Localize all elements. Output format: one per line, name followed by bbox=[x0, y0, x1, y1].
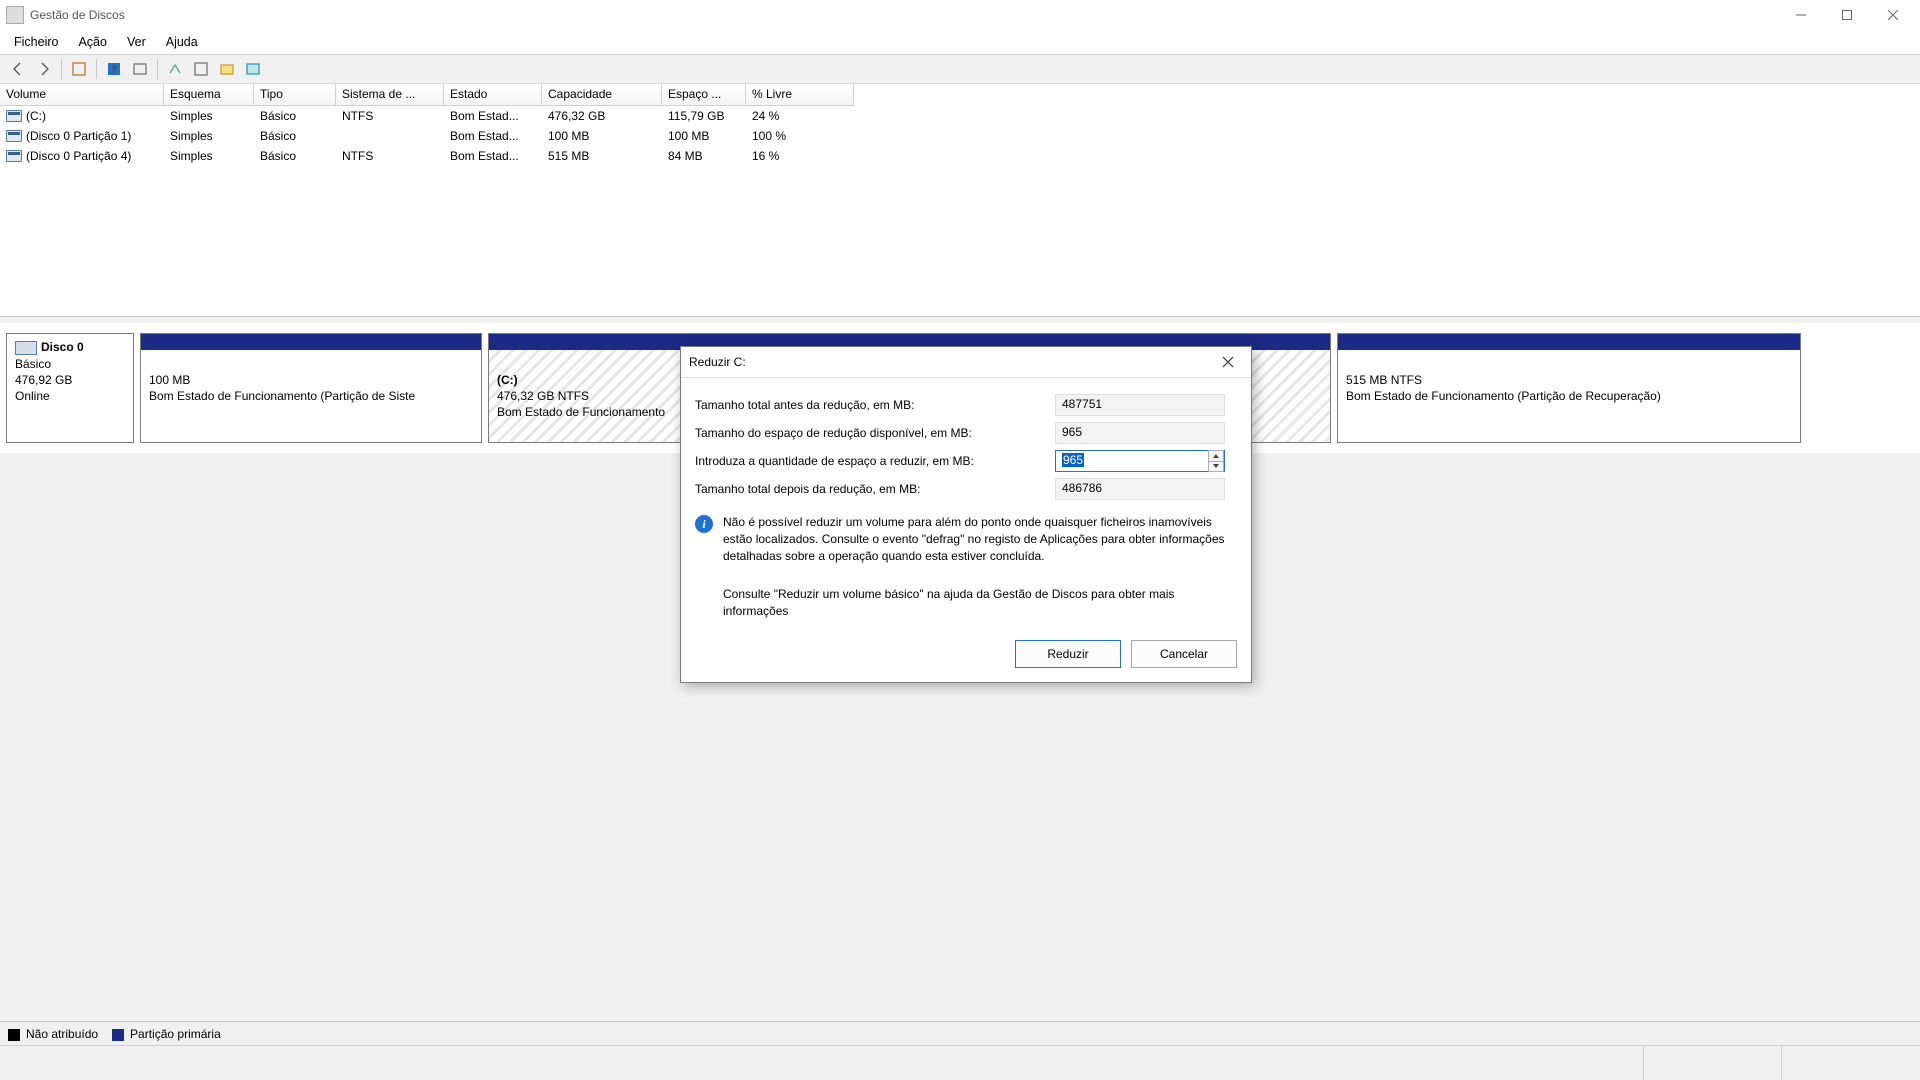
table-row[interactable]: (Disco 0 Partição 1) SimplesBásico Bom Est… bbox=[0, 126, 1920, 146]
toolbar-icon-2[interactable] bbox=[128, 57, 152, 81]
dialog-close-button[interactable] bbox=[1213, 349, 1243, 375]
nav-back-button[interactable] bbox=[6, 57, 30, 81]
shrink-dialog: Reduzir C: Tamanho total antes da reduçã… bbox=[680, 346, 1252, 683]
volume-list[interactable]: Volume Esquema Tipo Sistema de ... Estad… bbox=[0, 84, 1920, 316]
minimize-button[interactable] bbox=[1778, 0, 1824, 30]
toolbar-icon-4[interactable] bbox=[189, 57, 213, 81]
volume-name: (C:) bbox=[26, 109, 46, 123]
disk-status: Online bbox=[15, 389, 125, 403]
volume-capacity: 515 MB bbox=[542, 147, 662, 165]
volume-fs: NTFS bbox=[336, 147, 444, 165]
legend-primary: Partição primária bbox=[112, 1027, 221, 1041]
table-row[interactable]: (Disco 0 Partição 4) SimplesBásicoNTFSBom… bbox=[0, 146, 1920, 166]
volume-layout: Simples bbox=[164, 127, 254, 145]
volume-icon bbox=[6, 150, 22, 162]
partition-size: 515 MB NTFS bbox=[1346, 372, 1792, 388]
volume-fs bbox=[336, 134, 444, 138]
col-free[interactable]: Espaço ... bbox=[662, 84, 746, 106]
disk-icon bbox=[15, 341, 37, 355]
shrink-button[interactable]: Reduzir bbox=[1015, 640, 1121, 668]
volume-status: Bom Estad... bbox=[444, 107, 542, 125]
col-layout[interactable]: Esquema bbox=[164, 84, 254, 106]
dialog-title: Reduzir C: bbox=[689, 355, 1213, 369]
menu-help[interactable]: Ajuda bbox=[156, 30, 208, 54]
label-available: Tamanho do espaço de redução disponível,… bbox=[695, 426, 1055, 440]
volume-free: 115,79 GB bbox=[662, 107, 746, 125]
volume-type: Básico bbox=[254, 127, 336, 145]
menu-view[interactable]: Ver bbox=[117, 30, 156, 54]
volume-fs: NTFS bbox=[336, 107, 444, 125]
col-filesystem[interactable]: Sistema de ... bbox=[336, 84, 444, 106]
col-capacity[interactable]: Capacidade bbox=[542, 84, 662, 106]
menubar: Ficheiro Ação Ver Ajuda bbox=[0, 30, 1920, 55]
disk-header[interactable]: Disco 0 Básico 476,92 GB Online bbox=[6, 333, 134, 443]
volume-list-header: Volume Esquema Tipo Sistema de ... Estad… bbox=[0, 84, 1920, 106]
window-title: Gestão de Discos bbox=[30, 8, 125, 22]
label-shrink-amount: Introduza a quantidade de espaço a reduz… bbox=[695, 454, 1055, 468]
label-total-before: Tamanho total antes da redução, em MB: bbox=[695, 398, 1055, 412]
volume-capacity: 100 MB bbox=[542, 127, 662, 145]
col-pctfree[interactable]: % Livre bbox=[746, 84, 854, 106]
col-type[interactable]: Tipo bbox=[254, 84, 336, 106]
menu-action[interactable]: Ação bbox=[68, 30, 117, 54]
disk-size: 476,92 GB bbox=[15, 373, 125, 387]
info-text-2: Consulte "Reduzir um volume básico" na a… bbox=[723, 586, 1237, 620]
volume-name: (Disco 0 Partição 4) bbox=[26, 149, 131, 163]
table-row[interactable]: (C:) SimplesBásicoNTFSBom Estad...476,32 … bbox=[0, 106, 1920, 126]
value-total-before: 487751 bbox=[1055, 394, 1225, 416]
statusbar bbox=[0, 1045, 1920, 1080]
volume-status: Bom Estad... bbox=[444, 147, 542, 165]
cancel-button[interactable]: Cancelar bbox=[1131, 640, 1237, 668]
volume-icon bbox=[6, 110, 22, 122]
app-icon bbox=[6, 6, 24, 24]
toolbar-icon-3[interactable] bbox=[163, 57, 187, 81]
col-status[interactable]: Estado bbox=[444, 84, 542, 106]
disk-type: Básico bbox=[15, 357, 125, 371]
volume-status: Bom Estad... bbox=[444, 127, 542, 145]
info-text-1: Não é possível reduzir um volume para al… bbox=[723, 514, 1237, 564]
partition-status: Bom Estado de Funcionamento (Partição de… bbox=[1346, 388, 1792, 404]
maximize-button[interactable] bbox=[1824, 0, 1870, 30]
value-available: 965 bbox=[1055, 422, 1225, 444]
volume-icon bbox=[6, 130, 22, 142]
spinner-down[interactable] bbox=[1208, 462, 1224, 473]
volume-type: Básico bbox=[254, 147, 336, 165]
shrink-amount-input[interactable]: 965 bbox=[1055, 450, 1225, 472]
menu-file[interactable]: Ficheiro bbox=[4, 30, 68, 54]
volume-free: 84 MB bbox=[662, 147, 746, 165]
info-icon: i bbox=[695, 515, 713, 533]
legend: Não atribuído Partição primária bbox=[0, 1021, 1920, 1046]
close-button[interactable] bbox=[1870, 0, 1916, 30]
partition-size: 100 MB bbox=[149, 372, 473, 388]
volume-pctfree: 24 % bbox=[746, 107, 854, 125]
volume-layout: Simples bbox=[164, 107, 254, 125]
volume-layout: Simples bbox=[164, 147, 254, 165]
nav-forward-button[interactable] bbox=[32, 57, 56, 81]
partition-status: Bom Estado de Funcionamento (Partição de… bbox=[149, 388, 473, 404]
volume-pctfree: 16 % bbox=[746, 147, 854, 165]
volume-pctfree: 100 % bbox=[746, 127, 854, 145]
label-total-after: Tamanho total depois da redução, em MB: bbox=[695, 482, 1055, 496]
titlebar: Gestão de Discos bbox=[0, 0, 1920, 30]
volume-name: (Disco 0 Partição 1) bbox=[26, 129, 131, 143]
spinner-up[interactable] bbox=[1208, 450, 1224, 462]
toolbar: ? bbox=[0, 55, 1920, 84]
legend-unallocated: Não atribuído bbox=[8, 1027, 98, 1041]
volume-type: Básico bbox=[254, 107, 336, 125]
disk-name: Disco 0 bbox=[41, 340, 84, 354]
volume-free: 100 MB bbox=[662, 127, 746, 145]
help-icon[interactable]: ? bbox=[102, 57, 126, 81]
toolbar-icon-5[interactable] bbox=[215, 57, 239, 81]
partition-box[interactable]: 100 MBBom Estado de Funcionamento (Parti… bbox=[140, 333, 482, 443]
toolbar-icon-6[interactable] bbox=[241, 57, 265, 81]
volume-capacity: 476,32 GB bbox=[542, 107, 662, 125]
toolbar-icon-1[interactable] bbox=[67, 57, 91, 81]
col-volume[interactable]: Volume bbox=[0, 84, 164, 106]
svg-text:?: ? bbox=[112, 65, 117, 76]
value-total-after: 486786 bbox=[1055, 478, 1225, 500]
partition-box[interactable]: 515 MB NTFSBom Estado de Funcionamento (… bbox=[1337, 333, 1801, 443]
